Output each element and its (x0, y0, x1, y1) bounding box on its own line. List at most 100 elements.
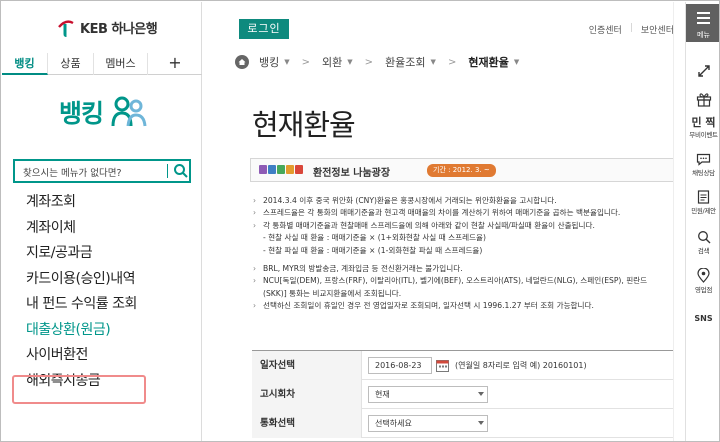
banking-title: 뱅킹 (59, 99, 104, 128)
breadcrumb-label: 환율조회 (385, 56, 426, 69)
menu-search-input[interactable]: 찾으시는 메뉴가 없다면? (13, 159, 191, 183)
breadcrumb-item-banking[interactable]: 뱅킹 ▼ (259, 54, 290, 70)
quick-item-chat[interactable]: 채팅상담 (686, 153, 719, 177)
breadcrumb-label: 현재환율 (468, 56, 509, 69)
quick-item-gift[interactable] (686, 92, 719, 107)
calendar-icon[interactable] (436, 359, 449, 372)
breadcrumb-label: 뱅킹 (259, 56, 280, 69)
breadcrumb-label: 외환 (322, 56, 343, 69)
info-line: - 현찰 파실 때 환율 : 매매기준율 × (1-외화현찰 파실 때 스프레드… (253, 245, 683, 257)
link-security-center[interactable]: 보안센터 (641, 23, 674, 36)
banking-header: 뱅킹 (59, 94, 147, 130)
tab-add[interactable]: + (148, 53, 202, 75)
exchange-info-banner[interactable]: 환전정보 나눔광장 기간 : 2012. 3. ~ (250, 158, 684, 182)
form-row-round: 고시회차 현재 (252, 379, 684, 409)
tab-members[interactable]: 멤버스 (94, 53, 148, 75)
banner-dot-icon (268, 165, 276, 174)
brand-logo[interactable]: KEB 하나은행 (56, 14, 158, 40)
info-line: › BRL, MYR의 방발송금, 계좌입금 등 전신환거래는 불가입니다. (253, 263, 463, 273)
quick-item-label: 영업점 (694, 286, 713, 294)
breadcrumb: 뱅킹 ▼ > 외환 ▼ > 환율조회 ▼ > 현재환율 ▼ (235, 52, 519, 72)
sidebar-item-loan-repayment[interactable]: 대출상환(원금) (26, 318, 196, 344)
date-label: 일자선택 (252, 350, 362, 380)
page-scrollbar[interactable] (673, 2, 684, 441)
breadcrumb-item-current-rate[interactable]: 현재환율 ▼ (468, 54, 519, 70)
caret-down-icon: ▼ (430, 58, 436, 66)
banner-period-badge: 기간 : 2012. 3. ~ (427, 164, 496, 177)
sidebar-item-transfer[interactable]: 계좌이체 (26, 216, 196, 242)
quick-item-label: 무비이벤트 (689, 131, 718, 139)
highlight-annotation (12, 375, 146, 404)
info-line: (SKK)] 통화는 비교지환율에서 조회됩니다. (253, 288, 683, 300)
expand-arrows-icon (697, 65, 710, 77)
quick-menu-button[interactable]: 메뉴 (686, 4, 719, 42)
sidebar-item-cyber-exchange[interactable]: 사이버환전 (26, 343, 196, 369)
info-line: › 스프레드율은 각 통화의 매매기준율과 현고객 매매율의 차이를 계산하기 위… (253, 208, 621, 218)
banner-dot-icon (286, 165, 294, 174)
sidebar-item-card-history[interactable]: 카드이용(승인)내역 (26, 267, 196, 293)
link-cert-center[interactable]: 인증센터 (589, 23, 622, 36)
quick-item-movie-event[interactable]: 민 찍 무비이벤트 (686, 116, 719, 139)
hamburger-icon (697, 12, 710, 27)
round-select-value: 현재 (375, 389, 390, 399)
info-line: › NCU[독일(DEM), 프랑스(FRF), 이탈리아(ITL), 벨기에(B… (253, 276, 648, 286)
form-row-currency: 통화선택 선택하세요 (252, 408, 684, 438)
link-separator: | (629, 23, 633, 33)
info-text: - 현찰 파실 때 환율 : 매매기준율 × (1-외화현찰 파실 때 스프레드… (263, 245, 483, 255)
breadcrumb-item-rate-inquiry[interactable]: 환율조회 ▼ (385, 54, 436, 70)
document-icon (697, 190, 710, 204)
sidebar-item-giro-bills[interactable]: 지로/공과금 (26, 241, 196, 267)
sns-label: SNS (694, 314, 713, 323)
sidebar-item-account-inquiry[interactable]: 계좌조회 (26, 190, 196, 216)
caret-down-icon: ▼ (284, 58, 290, 66)
map-pin-icon (697, 268, 710, 283)
info-line: › 선택하신 조회일이 휴일인 경우 전 영업일자로 조회되며, 일자선택 시 1… (253, 301, 594, 311)
date-input[interactable]: 2016-08-23 (368, 356, 432, 374)
tab-banking[interactable]: 뱅킹 (2, 53, 48, 75)
menu-search-placeholder: 찾으시는 메뉴가 없다면? (23, 168, 122, 179)
round-label: 고시회차 (252, 379, 362, 409)
chevron-down-icon (478, 420, 484, 425)
round-select[interactable]: 현재 (368, 385, 488, 403)
chevron-down-icon (478, 391, 484, 396)
sidebar-item-fund-return[interactable]: 내 펀드 수익률 조회 (26, 292, 196, 318)
search-icon[interactable] (173, 163, 189, 179)
caret-down-icon: ▼ (513, 58, 520, 66)
breadcrumb-separator: > (301, 56, 311, 68)
currency-select[interactable]: 선택하세요 (368, 414, 488, 432)
info-text: BRL, MYR의 방발송금, 계좌입금 등 전신환거래는 불가입니다. (263, 263, 463, 273)
login-button[interactable]: 로그인 (239, 19, 289, 39)
info-text: 스프레드율은 각 통화의 매매기준율과 현고객 매매율의 차이를 계산하기 위하… (263, 208, 621, 218)
info-text: 선택하신 조회일이 휴일인 경우 전 영업일자로 조회되며, 일자선택 시 19… (263, 301, 594, 311)
gift-icon (696, 93, 711, 107)
main-content: 로그인 인증센터 | 보안센터 뱅킹 ▼ > 외환 ▼ > 환율조회 ▼ > 현재환율… (203, 2, 684, 441)
banner-dot-icon (259, 165, 267, 174)
movie-logo: 민 찍 (691, 116, 716, 129)
home-icon[interactable] (235, 55, 249, 69)
inquiry-form: 일자선택 2016-08-23 (연월일 8자리로 입력 예) 20160101… (252, 350, 684, 438)
banner-title: 환전정보 나눔광장 (313, 168, 391, 179)
banner-dot-icon (277, 165, 285, 174)
quick-item-sns[interactable]: SNS (686, 314, 719, 323)
sidebar-menu: 계좌조회 계좌이체 지로/공과금 카드이용(승인)내역 내 펀드 수익률 조회 … (26, 190, 196, 394)
page-title: 현재환율 (252, 108, 356, 142)
breadcrumb-separator: > (364, 56, 374, 68)
info-list: › 2014.3.4 이후 중국 위안화 (CNY)환율은 홍콩시장에서 거래되는… (253, 195, 683, 313)
quick-item-label: 채팅상담 (692, 169, 715, 177)
breadcrumb-item-fx[interactable]: 외환 ▼ (322, 54, 353, 70)
quick-item-complaint[interactable]: 민원/제안 (686, 190, 719, 215)
form-row-date: 일자선택 2016-08-23 (연월일 8자리로 입력 예) 20160101… (252, 350, 684, 380)
info-text: (SKK)] 통화는 비교지환율에서 조회됩니다. (263, 288, 402, 298)
quick-item-expand[interactable] (686, 64, 719, 78)
info-text: 2014.3.4 이후 중국 위안화 (CNY)환율은 홍콩시장에서 거래되는 … (263, 196, 557, 205)
quick-item-search[interactable]: 검색 (686, 230, 719, 255)
search-divider (167, 164, 168, 178)
info-text: NCU[독일(DEM), 프랑스(FRF), 이탈리아(ITL), 벨기에(BE… (263, 276, 648, 286)
quick-item-branch[interactable]: 영업점 (686, 268, 719, 294)
tab-products[interactable]: 상품 (48, 53, 94, 75)
caret-down-icon: ▼ (347, 58, 353, 66)
breadcrumb-separator: > (447, 56, 457, 68)
info-line: - 현찰 사실 때 환율 : 매매기준율 × (1+외화현찰 사실 때 스프레드… (253, 232, 683, 244)
info-text: 각 통화별 매매기준율과 현찰매매 스프레드율에 의해 아래와 같이 현찰 사실… (263, 220, 595, 230)
top-links: 인증센터 | 보안센터 (589, 23, 674, 36)
